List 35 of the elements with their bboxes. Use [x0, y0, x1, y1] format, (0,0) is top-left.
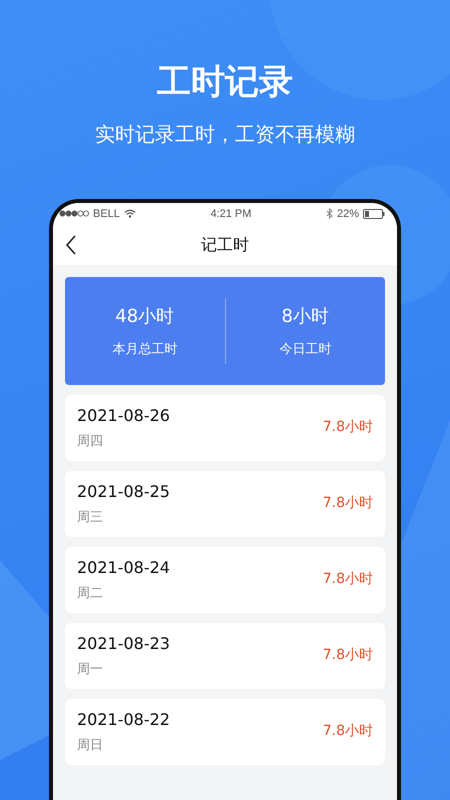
- record-hours: 7.8小时: [322, 646, 373, 666]
- record-card[interactable]: 2021-08-24 周二 7.8小时: [65, 546, 385, 613]
- status-time: 4:21 PM: [210, 206, 252, 222]
- wifi-icon: [124, 209, 136, 218]
- record-date: 2021-08-22: [77, 709, 170, 732]
- record-date: 2021-08-24: [77, 557, 170, 580]
- summary-label: 本月总工时: [111, 340, 178, 359]
- record-hours: 7.8小时: [322, 494, 373, 514]
- record-date: 2021-08-25: [77, 481, 170, 504]
- summary-value: 48小时: [114, 304, 176, 329]
- record-hours: 7.8小时: [322, 570, 373, 590]
- record-weekday: 周一: [77, 661, 104, 680]
- record-card[interactable]: 2021-08-23 周一 7.8小时: [65, 622, 385, 689]
- record-weekday: 周二: [77, 585, 104, 604]
- record-date: 2021-08-23: [77, 633, 170, 656]
- carrier-name: BELL: [93, 206, 120, 222]
- summary-label: 今日工时: [278, 340, 332, 359]
- record-weekday: 周三: [77, 509, 104, 528]
- record-card[interactable]: 2021-08-26 周四 7.8小时: [65, 394, 385, 461]
- summary-value: 8小时: [280, 304, 330, 329]
- record-hours: 7.8小时: [322, 418, 373, 438]
- record-card[interactable]: 2021-08-25 周三 7.8小时: [65, 470, 385, 537]
- tagline: 实时记录工时，工资不再模糊: [95, 120, 355, 148]
- record-weekday: 周日: [77, 737, 104, 756]
- battery-icon: [362, 208, 385, 219]
- screen-title: 记工时: [201, 234, 249, 256]
- record-date: 2021-08-26: [77, 405, 170, 428]
- record-card[interactable]: 2021-08-22 周日 7.8小时: [65, 698, 385, 765]
- record-weekday: 周四: [77, 433, 104, 452]
- bluetooth-icon: [326, 208, 333, 220]
- signal-icon: [59, 210, 89, 218]
- back-icon[interactable]: [65, 234, 77, 255]
- record-hours: 7.8小时: [322, 722, 373, 742]
- battery-percent: 22%: [336, 206, 359, 222]
- headline: 工时记录: [157, 62, 293, 103]
